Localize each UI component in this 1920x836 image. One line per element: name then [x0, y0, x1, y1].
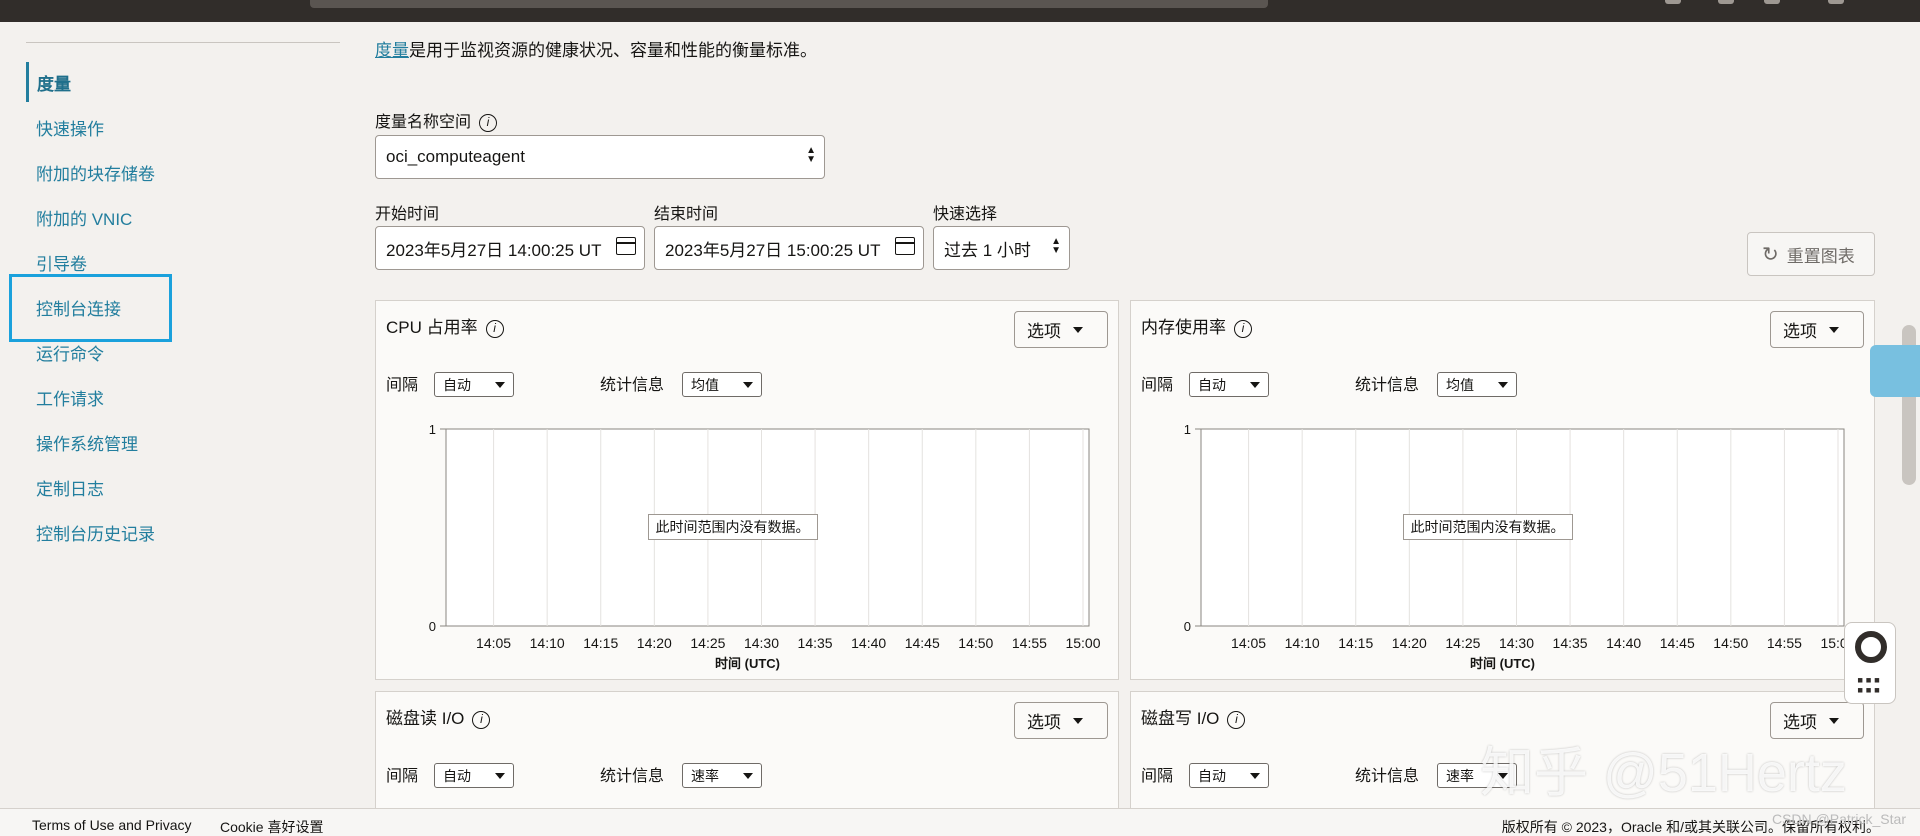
- profile-icon[interactable]: [1828, 0, 1844, 4]
- caret-down-icon: [1250, 773, 1260, 779]
- disk-read-panel: 磁盘读 I/O i 选项 间隔 自动 统计信息 速率: [375, 691, 1119, 811]
- sidebar-item-metrics[interactable]: 度量: [26, 62, 326, 102]
- announcements-icon[interactable]: [1665, 0, 1681, 4]
- lifebuoy-icon: [1855, 631, 1887, 663]
- calendar-icon[interactable]: [616, 237, 636, 255]
- metrics-link[interactable]: 度量: [375, 41, 409, 60]
- sidebar-item-block-volumes[interactable]: 附加的块存储卷: [26, 152, 326, 192]
- statistic-label: 统计信息: [1355, 768, 1420, 785]
- updown-icon: ▲ ▼: [806, 145, 816, 165]
- interval-label: 间隔: [386, 768, 419, 785]
- x-tick-label: 14:35: [798, 635, 833, 651]
- sidebar-item-console-history[interactable]: 控制台历史记录: [26, 512, 326, 552]
- sidebar-item-os-management[interactable]: 操作系统管理: [26, 422, 326, 462]
- x-tick-label: 14:20: [1392, 635, 1427, 651]
- x-tick-label: 14:15: [1338, 635, 1373, 651]
- cpu-utilization-panel: CPU 占用率 i 选项 间隔 自动 统计信息 均值 14:05 14:10 14:1…: [375, 300, 1119, 680]
- interval-select[interactable]: 自动: [1189, 763, 1269, 788]
- feedback-tab[interactable]: [1870, 345, 1920, 397]
- start-time-input[interactable]: 2023年5月27日 14:00:25 UT: [375, 226, 645, 270]
- x-tick-label: 14:30: [744, 635, 779, 651]
- info-icon[interactable]: i: [1227, 710, 1246, 729]
- reset-charts-button[interactable]: ↻ 重置图表: [1747, 232, 1875, 276]
- help-icon[interactable]: [1718, 0, 1734, 4]
- y-tick-label: 1: [1184, 422, 1191, 437]
- terms-link[interactable]: Terms of Use and Privacy: [32, 817, 192, 833]
- x-tick-label: 14:40: [1606, 635, 1641, 651]
- quick-select[interactable]: 过去 1 小时 ▲ ▼: [933, 226, 1070, 270]
- x-tick-label: 14:35: [1553, 635, 1588, 651]
- sidebar-item-vnics[interactable]: 附加的 VNIC: [26, 197, 326, 237]
- footer: Terms of Use and Privacy Cookie 喜好设置 版权所…: [0, 808, 1920, 836]
- x-tick-label: 15:00: [1065, 635, 1100, 651]
- x-tick-label: 14:25: [1445, 635, 1480, 651]
- namespace-select[interactable]: oci_computeagent ▲ ▼: [375, 135, 825, 179]
- caret-down-icon: [1073, 717, 1083, 724]
- x-axis-label: 时间 (UTC): [1470, 656, 1535, 671]
- x-tick-label: 14:45: [1660, 635, 1695, 651]
- annotation-highlight-box: [9, 274, 172, 342]
- statistic-label: 统计信息: [600, 768, 665, 785]
- top-nav-bar: [0, 0, 1920, 22]
- start-time-label: 开始时间: [375, 206, 440, 223]
- x-tick-label: 14:10: [530, 635, 565, 651]
- end-time-input[interactable]: 2023年5月27日 15:00:25 UT: [654, 226, 924, 270]
- metrics-intro: 度量是用于监视资源的健康状况、容量和性能的衡量标准。: [375, 41, 817, 60]
- x-tick-label: 14:10: [1285, 635, 1320, 651]
- global-search-input[interactable]: [310, 0, 1268, 8]
- resources-sidebar: 度量 快速操作 附加的块存储卷 附加的 VNIC 引导卷 控制台连接 运行命令 …: [0, 22, 350, 808]
- help-widget[interactable]: ▪▪▪ ▪▪▪: [1844, 622, 1896, 704]
- no-data-message: 此时间范围内没有数据。: [647, 514, 818, 540]
- caret-down-icon: [743, 773, 753, 779]
- refresh-icon: ↻: [1762, 243, 1779, 266]
- quick-select-label: 快速选择: [933, 206, 998, 223]
- grid-menu-icon: ▪▪▪ ▪▪▪: [1857, 670, 1883, 700]
- info-icon[interactable]: i: [479, 113, 498, 132]
- x-tick-label: 14:05: [1231, 635, 1266, 651]
- x-tick-label: 14:05: [476, 635, 511, 651]
- x-tick-label: 14:15: [583, 635, 618, 651]
- x-tick-label: 14:50: [958, 635, 993, 651]
- x-tick-label: 14:50: [1713, 635, 1748, 651]
- x-axis-label: 时间 (UTC): [715, 656, 780, 671]
- chart-svg: 14:05 14:10 14:15 14:20 14:25 14:30 14:35 14:40…: [1184, 422, 1856, 671]
- watermark: 知乎 @51Hertz: [1480, 743, 1847, 803]
- csdn-watermark: CSDN @Patrick_Star: [1771, 811, 1906, 827]
- caret-down-icon: [1829, 717, 1839, 724]
- options-button[interactable]: 选项: [1014, 702, 1108, 739]
- sidebar-item-custom-logs[interactable]: 定制日志: [26, 467, 326, 507]
- y-tick-label: 0: [429, 619, 436, 634]
- metrics-main: 度量是用于监视资源的健康状况、容量和性能的衡量标准。 度量名称空间 i oci_c…: [350, 22, 1920, 811]
- end-time-label: 结束时间: [654, 206, 719, 223]
- y-tick-label: 1: [429, 422, 436, 437]
- x-tick-label: 14:45: [905, 635, 940, 651]
- sidebar-item-quick-actions[interactable]: 快速操作: [26, 107, 326, 147]
- x-tick-label: 14:20: [637, 635, 672, 651]
- calendar-icon[interactable]: [895, 237, 915, 255]
- panel-title: 磁盘写 I/O i: [1141, 704, 1246, 729]
- panel-title: 磁盘读 I/O i: [386, 704, 491, 729]
- interval-label: 间隔: [1141, 768, 1174, 785]
- cookie-preferences-link[interactable]: Cookie 喜好设置: [220, 817, 323, 836]
- sidebar-item-work-requests[interactable]: 工作请求: [26, 377, 326, 417]
- x-tick-label: 14:40: [851, 635, 886, 651]
- x-tick-label: 14:25: [690, 635, 725, 651]
- info-icon[interactable]: i: [472, 710, 491, 729]
- sidebar-divider: [26, 42, 340, 43]
- no-data-message: 此时间范围内没有数据。: [1402, 514, 1573, 540]
- x-tick-label: 14:55: [1012, 635, 1047, 651]
- chart-svg: 14:05 14:10 14:15 14:20 14:25 14:30 14:35 14:40…: [429, 422, 1101, 671]
- namespace-label: 度量名称空间 i: [375, 108, 498, 132]
- x-tick-label: 14:30: [1499, 635, 1534, 651]
- y-tick-label: 0: [1184, 619, 1191, 634]
- memory-utilization-panel: 内存使用率 i 选项 间隔 自动 统计信息 均值 14:05 14:10 14:15 1…: [1130, 300, 1875, 680]
- x-tick-label: 14:55: [1767, 635, 1802, 651]
- interval-select[interactable]: 自动: [434, 763, 514, 788]
- statistic-select[interactable]: 速率: [682, 763, 762, 788]
- caret-down-icon: [495, 773, 505, 779]
- updown-icon: ▲ ▼: [1051, 236, 1061, 256]
- language-icon[interactable]: [1764, 0, 1780, 4]
